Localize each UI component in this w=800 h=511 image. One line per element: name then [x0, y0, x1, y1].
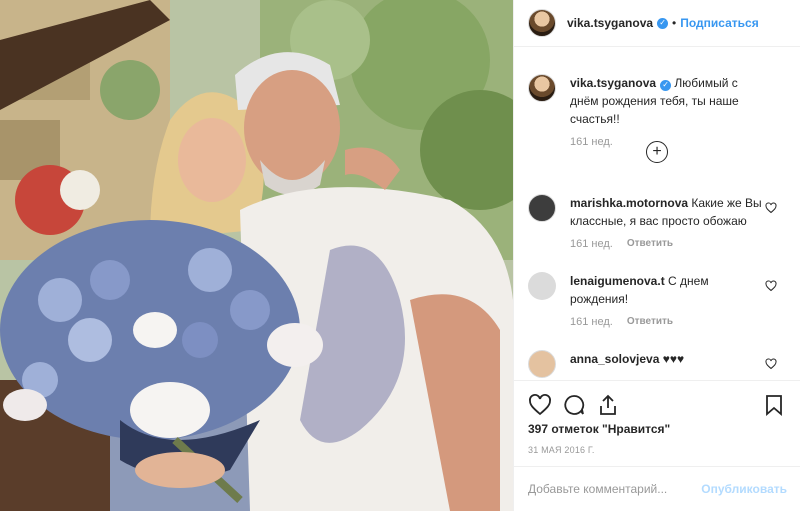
post-sidebar: vika.tsyganova ✓ • Подписаться vika.tsyg…: [513, 0, 800, 511]
comment-item: marishka.motornova Какие же Вы классные,…: [514, 194, 800, 250]
instagram-post: vika.tsyganova ✓ • Подписаться vika.tsyg…: [0, 0, 800, 511]
verified-badge-icon: ✓: [660, 79, 672, 91]
caption-username[interactable]: vika.tsyganova: [570, 76, 656, 90]
comment-time: 161 нед.: [570, 316, 613, 328]
comment-username[interactable]: anna_solovjeva: [570, 352, 659, 366]
heart-outline-icon[interactable]: [765, 358, 777, 370]
comment-time: 161 нед.: [570, 238, 613, 250]
comment-input[interactable]: Добавьте комментарий...: [528, 482, 667, 496]
comment-item: lenaigumenova.t С днем рождения! 161 нед…: [514, 272, 800, 328]
comment-text: ♥♥♥: [662, 352, 685, 366]
load-more-comments-button[interactable]: +: [646, 141, 668, 163]
heart-outline-icon[interactable]: [765, 280, 777, 292]
separator-dot: •: [672, 16, 677, 30]
comment-item: anna_solovjeva ♥♥♥: [514, 350, 800, 378]
verified-badge-icon: ✓: [657, 17, 669, 29]
comment-username[interactable]: marishka.motornova: [570, 196, 688, 210]
likes-count[interactable]: 397 отметок "Нравится": [528, 422, 670, 436]
post-photo[interactable]: [0, 0, 513, 511]
reply-button[interactable]: Ответить: [627, 238, 673, 250]
author-avatar[interactable]: [528, 9, 556, 37]
comment-username[interactable]: lenaigumenova.t: [570, 274, 665, 288]
caption-avatar[interactable]: [528, 74, 556, 102]
publish-button[interactable]: Опубликовать: [701, 482, 787, 496]
caption-time: 161 нед.: [570, 136, 613, 148]
photo-illustration: [0, 0, 513, 511]
share-icon[interactable]: [596, 393, 620, 417]
reply-button[interactable]: Ответить: [627, 316, 673, 328]
plus-circle-icon: +: [652, 143, 662, 160]
add-comment-bar: Добавьте комментарий... Опубликовать: [514, 466, 800, 511]
bookmark-icon[interactable]: [762, 393, 786, 417]
comments-list[interactable]: vika.tsyganova ✓ Любимый с днём рождения …: [514, 48, 800, 378]
comment-bubble-icon[interactable]: [562, 393, 586, 417]
post-date[interactable]: 31 МАЯ 2016 Г.: [528, 445, 595, 455]
commenter-avatar[interactable]: [528, 350, 556, 378]
commenter-avatar[interactable]: [528, 194, 556, 222]
author-username[interactable]: vika.tsyganova: [567, 16, 653, 30]
post-header: vika.tsyganova ✓ • Подписаться: [514, 0, 800, 47]
commenter-avatar[interactable]: [528, 272, 556, 300]
like-heart-icon[interactable]: [528, 393, 552, 417]
heart-outline-icon[interactable]: [765, 202, 777, 214]
follow-button[interactable]: Подписаться: [680, 16, 758, 30]
caption: vika.tsyganova ✓ Любимый с днём рождения …: [514, 74, 800, 148]
